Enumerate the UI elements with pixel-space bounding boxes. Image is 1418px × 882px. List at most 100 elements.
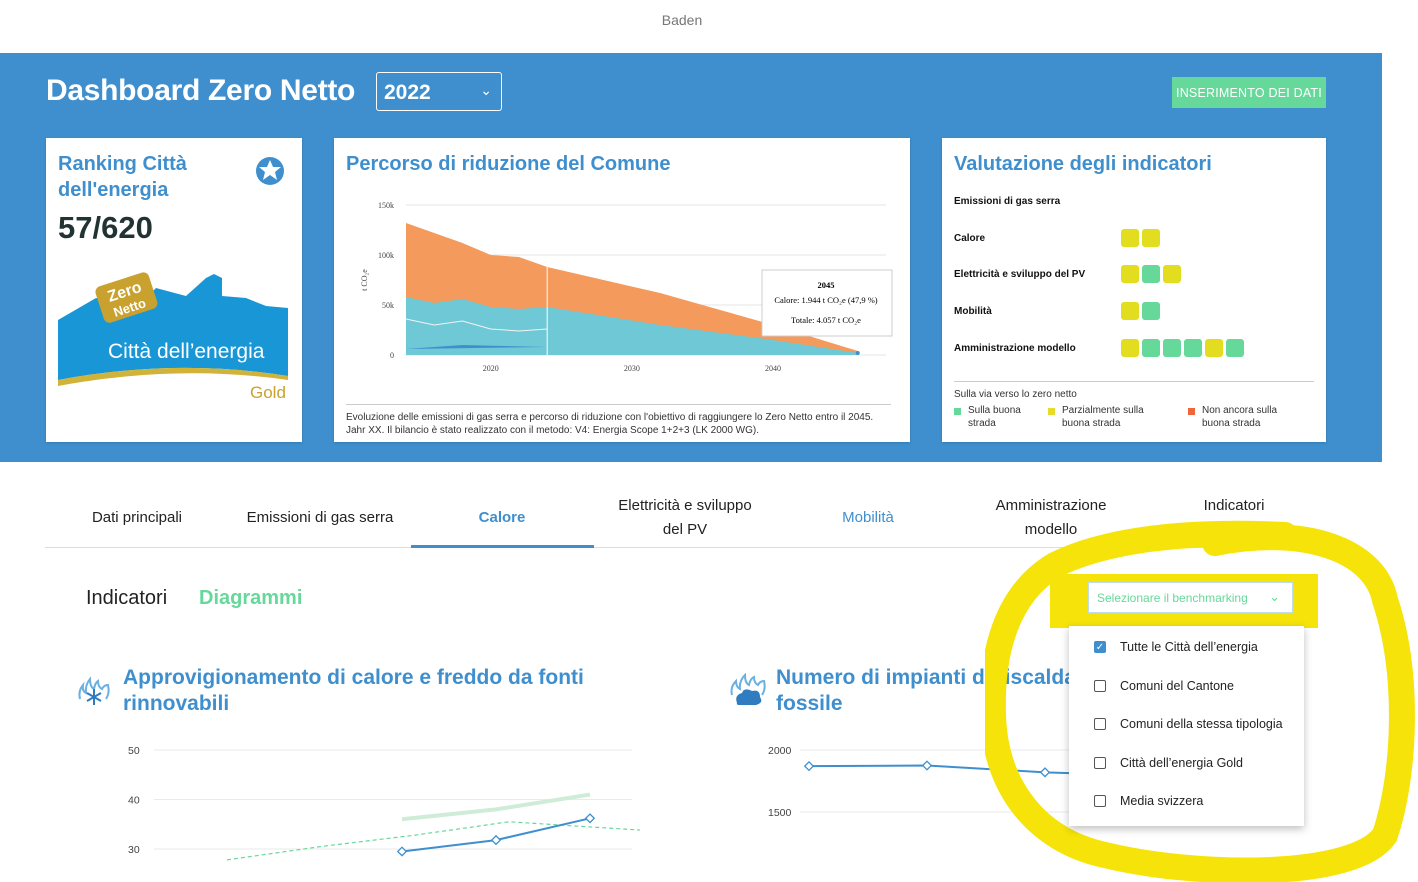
tab-dati[interactable]: Dati principali [47,506,227,530]
series-commune-line [401,817,591,853]
tab-label-line1: Emissioni di gas serra [246,509,394,526]
benchmark-option-label: Media svizzera [1120,794,1204,808]
indicator-row: Calore [954,229,1160,247]
y-tick-label: 50 [128,745,140,757]
checkbox-checked-icon[interactable]: ✓ [1094,641,1106,653]
checkbox-icon[interactable] [1094,718,1106,730]
legend-color-dot [1048,408,1055,415]
legend-label-line1: Sulla buona [968,405,1021,416]
indicators-card-title: Valutazione degli indicatori [954,153,1212,175]
benchmark-option-label: Tutte le Città dell’energia [1120,640,1258,654]
tooltip-line1: Calore: 1.944 t CO₂e (47,9 %) [774,295,877,305]
tab-elettricità[interactable]: Elettricità e sviluppo del PV [595,494,775,542]
tooltip-year: 2045 [818,280,835,290]
rating-square [1205,339,1223,357]
benchmark-placeholder: Selezionare il benchmarking [1097,591,1248,605]
renewable-heat-chart[interactable]: 50 40 30 [110,736,640,882]
data-point [584,813,596,824]
active-tab-indicator [411,545,594,548]
tab-label-line2: del PV [662,521,708,538]
logo-level-text: Gold [250,383,286,402]
tooltip-line2: Totale: 4.057 t CO₂e [791,315,861,325]
chevron-down-icon: ⌄ [1269,589,1280,604]
rating-square [1121,229,1139,247]
tab-mobilità[interactable]: Mobilità [778,506,958,530]
checkbox-icon[interactable] [1094,795,1106,807]
legend-item: Sulla buona strada [954,404,1021,430]
y-axis-label: t CO₂e [360,269,369,291]
y-tick-label: 50k [382,301,394,310]
section1-title-line1: Approvigionamento di calore e freddo da … [123,666,584,689]
reduction-area-chart[interactable]: 0 50k 100k 150k t CO₂e 2020 2030 2040 2045 Calore… [334,193,910,378]
benchmark-option-label: Comuni del Cantone [1120,679,1234,693]
reduction-chart-caption: Evoluzione delle emissioni di gas serra … [346,404,891,437]
data-point [803,760,815,772]
legend-label-line1: Non ancora sulla [1202,405,1278,416]
legend-divider [954,381,1314,382]
indicator-row: Mobilità [954,302,1160,320]
x-tick-label: 2030 [624,364,640,373]
reduction-chart-title: Percorso di riduzione del Comune [346,153,671,175]
checkbox-icon[interactable] [1094,680,1106,692]
rating-square [1121,339,1139,357]
indicator-row: Amministrazione modello [954,339,1244,357]
legend-label-line2: buona strada [1202,418,1261,429]
data-entry-button[interactable]: INSERIMENTO DEI DATI [1172,77,1326,108]
star-badge-icon [256,157,284,185]
y-tick-label: 1500 [768,807,792,819]
benchmark-dropdown: ✓ Tutte le Città dell’energia Comuni del C… [1069,626,1304,826]
year-select-value: 2022 [384,81,431,104]
series-benchmark-line [226,821,640,861]
ranking-title: Ranking Città dell'energia [58,151,187,203]
subtab-diagrams[interactable]: Diagrammi [199,587,302,610]
y-tick-label: 0 [390,351,394,360]
tab-emissioni[interactable]: Emissioni di gas serra [230,506,410,530]
y-tick-label: 100k [378,251,394,260]
rating-square [1142,302,1160,320]
y-tick-label: 40 [128,795,140,807]
indicator-row: Emissioni di gas serra [954,196,1060,207]
benchmark-select[interactable]: Selezionare il benchmarking ⌄ [1088,582,1293,613]
series-benchmark-range [401,792,591,822]
tab-calore[interactable]: Calore [412,506,592,530]
y-tick-label: 2000 [768,745,792,757]
heat-cold-icon [78,676,110,705]
legend-item: Parzialmente sulla buona strada [1048,404,1144,430]
legend-color-dot [954,408,961,415]
rating-square [1184,339,1202,357]
fossil-heating-icon [730,673,766,705]
indicator-row-label: Calore [954,233,986,244]
benchmark-option-label: Comuni della stessa tipologia [1120,717,1283,731]
benchmark-option-label: Città dell’energia Gold [1120,756,1243,770]
y-tick-label: 150k [378,201,394,210]
tab-label-line1: Mobilità [842,509,894,526]
rating-square [1226,339,1244,357]
chart-tooltip[interactable]: 2045 Calore: 1.944 t CO₂e (47,9 %) Totale:… [761,269,893,337]
city-name: Baden [661,12,703,28]
section1-title-line2: rinnovabili [123,692,230,715]
legend-color-dot [1188,408,1195,415]
legend-title: Sulla via verso lo zero netto [954,389,1077,400]
rating-square [1163,339,1181,357]
checkbox-icon[interactable] [1094,757,1106,769]
year-select[interactable]: 2022 ⌄ [376,72,502,111]
y-tick-label: 30 [128,844,140,856]
subtab-indicators[interactable]: Indicatori [86,587,167,610]
page-title: Dashboard Zero Netto [46,74,356,107]
data-point [490,834,502,846]
logo-brand-text: Città dell’energia [108,340,265,363]
tab-label-line1: Calore [478,509,526,526]
x-tick-label: 2040 [765,364,781,373]
ranking-title-line2: dell'energia [58,179,169,201]
rating-square [1142,339,1160,357]
indicator-row-label: Emissioni di gas serra [954,196,1061,207]
section1-title: Approvigionamento di calore e freddo da … [123,665,584,717]
energy-city-logo: Zero Netto Città dell’energia Gold [58,272,288,402]
rating-square [1142,265,1160,283]
legend-item: Non ancora sulla buona strada [1188,404,1277,430]
legend-label-line2: buona strada [1062,418,1121,429]
indicator-row-label: Mobilità [954,306,992,317]
tab-label-line1: Dati principali [91,509,183,526]
hover-point [855,351,860,356]
tab-label-line1: Elettricità e sviluppo [618,497,752,514]
